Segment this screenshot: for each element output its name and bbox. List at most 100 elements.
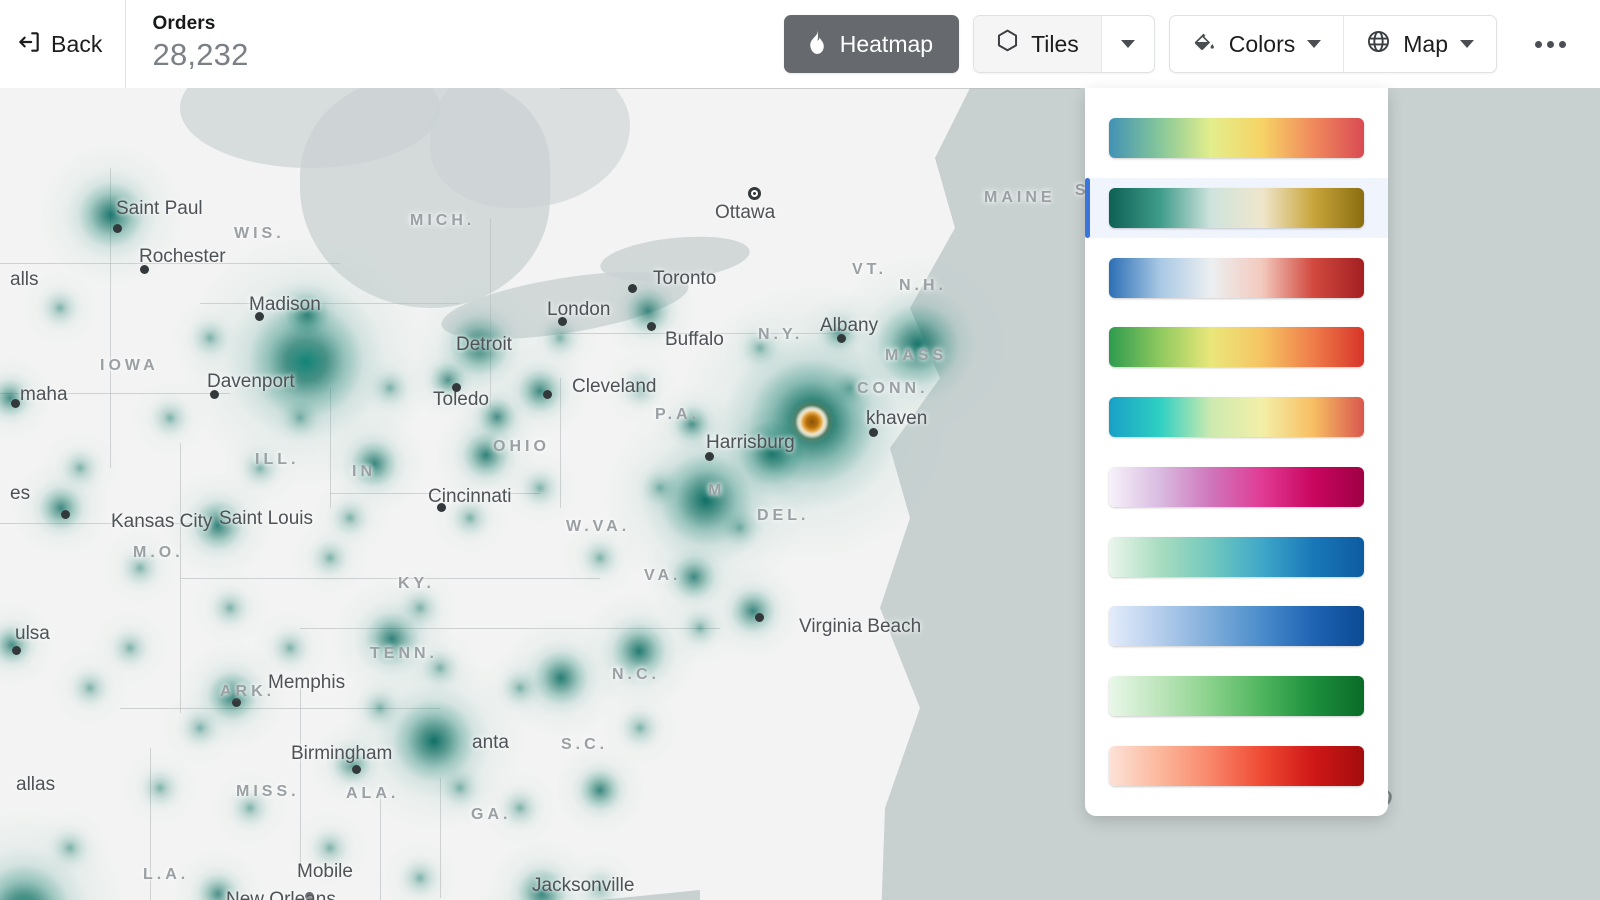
back-button[interactable]: Back xyxy=(0,0,125,88)
color-palette-dropdown[interactable] xyxy=(1085,88,1388,816)
color-swatch-blue-green-yellow-red[interactable] xyxy=(1085,108,1388,168)
map-city-dot xyxy=(837,334,846,343)
tiles-button[interactable]: Tiles xyxy=(974,16,1101,72)
map-city-dot xyxy=(705,452,714,461)
color-swatch-pale-green-blue[interactable] xyxy=(1085,527,1388,587)
map-city-dot xyxy=(452,383,461,392)
map-state-label: N.Y. xyxy=(758,326,804,343)
back-button-label: Back xyxy=(51,30,103,57)
map-city-label: es xyxy=(10,483,31,504)
ellipsis-icon xyxy=(1559,40,1566,48)
map-state-label: DEL. xyxy=(757,507,810,524)
map-state-label: M xyxy=(708,482,726,499)
map-style-button[interactable]: Map xyxy=(1344,16,1496,72)
map-state-label: L.A. xyxy=(143,866,190,883)
map-city-label: khaven xyxy=(866,408,928,429)
app-header: Back Orders 28,232 Heatmap Tiles Colors … xyxy=(0,0,1600,88)
color-swatch-gradient xyxy=(1109,257,1364,298)
map-state-label: IN xyxy=(352,463,376,480)
map-state-label: MAINE xyxy=(984,189,1056,206)
map-state-label: MASS xyxy=(885,347,948,364)
map-state-label: CONN. xyxy=(857,380,929,397)
hexagon-icon xyxy=(996,29,1019,60)
colors-button-label: Colors xyxy=(1228,30,1296,57)
map-city-dot xyxy=(647,322,656,331)
flame-icon xyxy=(806,28,827,60)
map-state-label: MICH. xyxy=(410,212,476,229)
map-city-dot xyxy=(12,646,21,655)
tiles-button-label: Tiles xyxy=(1031,30,1079,57)
map-style-button-label: Map xyxy=(1403,30,1448,57)
map-city-label: Kansas City xyxy=(111,511,213,532)
map-state-label: WIS. xyxy=(234,225,285,242)
color-swatch-gradient xyxy=(1109,676,1364,717)
map-city-label: allas xyxy=(16,774,56,795)
map-state-label: VT. xyxy=(852,261,888,278)
map-state-label: S.C. xyxy=(561,736,609,753)
map-city-label: Rochester xyxy=(139,246,226,267)
map-city-dot xyxy=(437,503,446,512)
map-city-dot xyxy=(113,224,122,233)
map-city-label: Mobile xyxy=(297,861,353,882)
color-swatch-gradient xyxy=(1109,536,1364,577)
heatmap-button[interactable]: Heatmap xyxy=(783,15,960,73)
color-swatch-green-yellow-red[interactable] xyxy=(1085,317,1388,377)
map-city-label: maha xyxy=(20,384,68,405)
map-city-dot xyxy=(255,312,264,321)
map-capital-marker xyxy=(748,187,761,200)
color-swatch-gradient xyxy=(1109,187,1364,228)
paint-bucket-icon xyxy=(1192,29,1217,60)
map-city-label: Buffalo xyxy=(665,329,724,350)
color-swatch-gradient xyxy=(1109,118,1364,158)
tiles-button-group: Tiles xyxy=(973,15,1155,73)
map-city-label: Birmingham xyxy=(291,743,393,764)
map-city-label: Toledo xyxy=(433,389,489,410)
color-swatch-pale-green-dark-green[interactable] xyxy=(1085,666,1388,726)
color-swatch-pale-blue-dark-blue[interactable] xyxy=(1085,596,1388,656)
color-swatch-blue-white-red[interactable] xyxy=(1085,248,1388,308)
colors-button[interactable]: Colors xyxy=(1170,16,1343,72)
map-state-label: N.H. xyxy=(899,277,947,294)
color-swatch-gradient xyxy=(1109,745,1364,786)
map-city-label: Cleveland xyxy=(572,376,657,397)
kpi-value: 28,232 xyxy=(152,37,249,73)
color-swatch-white-purple-magenta[interactable] xyxy=(1085,457,1388,517)
map-city-dot xyxy=(628,284,637,293)
map-city-label: Albany xyxy=(820,315,879,336)
map-state-label: ARK. xyxy=(220,683,276,700)
map-city-dot xyxy=(869,428,878,437)
map-city-label: Memphis xyxy=(268,672,346,693)
map-city-label: ulsa xyxy=(15,623,50,644)
color-swatch-cyan-yellow-orange[interactable] xyxy=(1085,387,1388,447)
map-city-dot xyxy=(11,399,20,408)
tiles-dropdown-button[interactable] xyxy=(1100,16,1154,72)
ellipsis-icon xyxy=(1535,40,1542,48)
map-state-label: ILL. xyxy=(255,451,300,468)
map-city-label: Virginia Beach xyxy=(799,616,922,637)
map-city-dot xyxy=(61,510,70,519)
map-city-label: Ottawa xyxy=(715,202,776,223)
color-swatch-gradient xyxy=(1109,327,1364,368)
map-city-label: Davenport xyxy=(207,371,295,392)
map-state-label: KY. xyxy=(398,575,435,592)
map-city-label: alls xyxy=(10,269,39,290)
back-arrow-icon xyxy=(16,29,42,60)
map-state-label: ALA. xyxy=(346,785,400,802)
map-state-label: GA. xyxy=(471,806,512,823)
map-state-label: N.C. xyxy=(612,666,660,683)
map-state-label: M.O. xyxy=(133,544,184,561)
map-state-label: P.A. xyxy=(655,406,701,423)
colors-map-button-group: Colors Map xyxy=(1168,15,1497,73)
more-options-button[interactable] xyxy=(1511,15,1582,73)
heatmap-dashboard: Saint Paul Rochester alls Madison Ottawa Toro… xyxy=(0,0,1600,900)
color-swatch-teal-tan-brown[interactable] xyxy=(1085,177,1388,238)
map-city-dot xyxy=(305,892,314,900)
color-swatch-pale-orange-red[interactable] xyxy=(1085,736,1388,796)
ellipsis-icon xyxy=(1547,40,1554,48)
map-city-label: Saint Paul xyxy=(116,198,203,219)
map-city-dot xyxy=(543,390,552,399)
map-city-label: anta xyxy=(472,732,509,753)
color-swatch-gradient xyxy=(1109,397,1364,438)
color-swatch-gradient xyxy=(1109,606,1364,647)
map-city-label: London xyxy=(547,299,611,320)
